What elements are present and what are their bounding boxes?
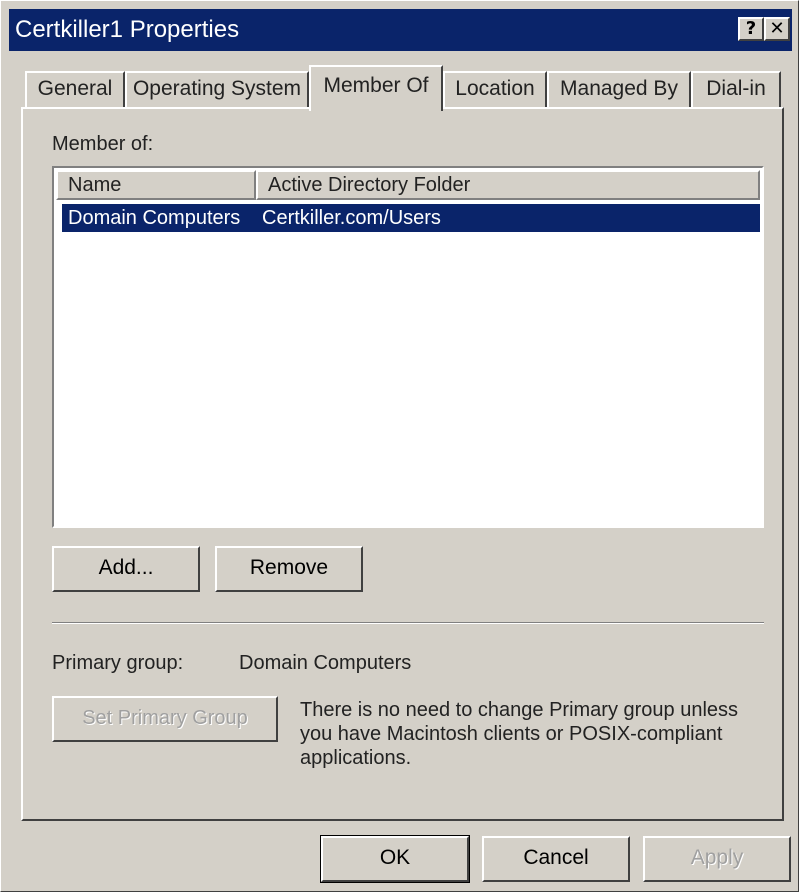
primary-group-label: Primary group: [52, 652, 184, 674]
tab-managed-by[interactable]: Managed By [547, 71, 691, 107]
row-name: Domain Computers [68, 207, 241, 229]
title-bar[interactable]: Certkiller1 Properties ? ✕ [9, 9, 792, 51]
tab-operating-system[interactable]: Operating System [125, 71, 309, 107]
member-of-list[interactable]: Name Active Directory Folder Domain Comp… [52, 166, 764, 528]
member-of-label: Member of: [52, 133, 154, 155]
window-title: Certkiller1 Properties [15, 16, 240, 43]
cancel-button[interactable]: Cancel [482, 836, 630, 882]
tab-general[interactable]: General [25, 71, 125, 107]
help-button[interactable]: ? [738, 17, 764, 41]
primary-group-value: Domain Computers [239, 652, 412, 674]
add-button[interactable]: Add... [52, 546, 200, 592]
remove-button[interactable]: Remove [215, 546, 363, 592]
primary-group-note: There is no need to change Primary group… [300, 699, 739, 769]
column-header-folder[interactable]: Active Directory Folder [256, 170, 760, 200]
set-primary-group-button[interactable]: Set Primary Group [52, 696, 278, 742]
apply-button[interactable]: Apply [643, 836, 791, 882]
column-header-name[interactable]: Name [56, 170, 256, 200]
tab-member-of[interactable]: Member Of [309, 65, 443, 111]
close-button[interactable]: ✕ [764, 17, 790, 41]
properties-dialog: Certkiller1 Properties ? ✕ General Opera… [0, 0, 799, 892]
tab-dial-in[interactable]: Dial-in [691, 71, 781, 107]
list-row[interactable]: Domain Computers Certkiller.com/Users [62, 204, 760, 232]
ok-button[interactable]: OK [320, 835, 470, 883]
tab-location[interactable]: Location [443, 71, 547, 107]
row-folder: Certkiller.com/Users [262, 207, 441, 229]
tab-strip: General Operating System Member Of Locat… [25, 65, 785, 111]
separator [52, 622, 764, 624]
